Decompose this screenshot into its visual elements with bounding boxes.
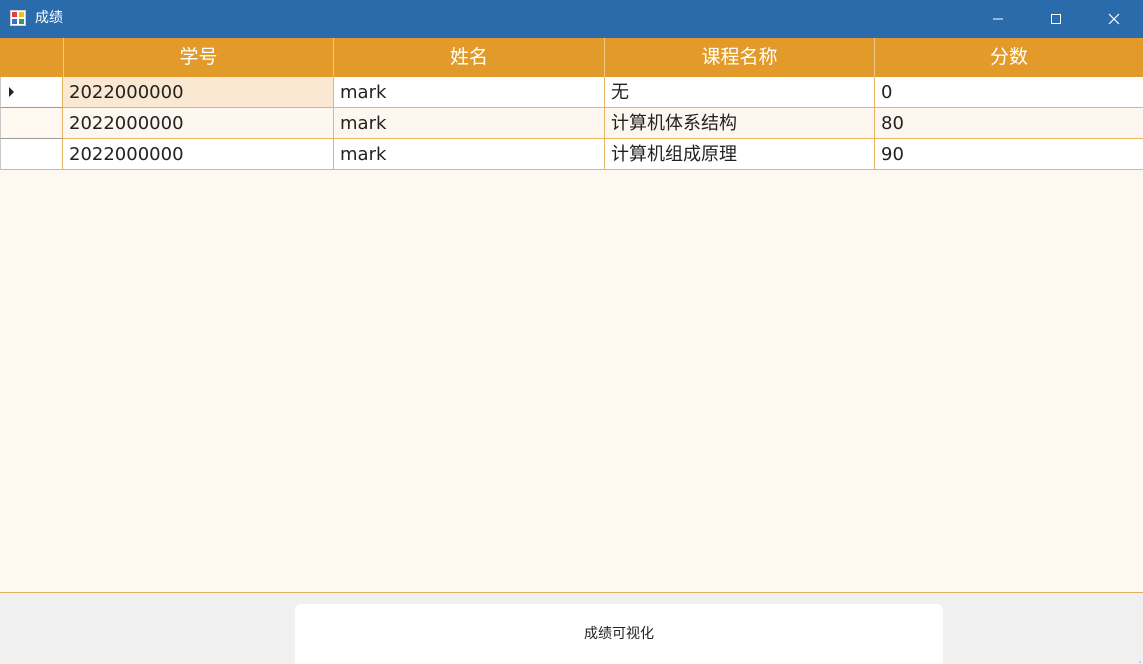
column-header-course[interactable]: 课程名称 [605, 38, 875, 77]
app-window-icon [10, 10, 26, 26]
column-header-name[interactable]: 姓名 [334, 38, 605, 77]
visualize-scores-button[interactable]: 成绩可视化 [295, 604, 943, 664]
cell-course[interactable]: 无 [605, 77, 875, 108]
grid-header: 学号 姓名 课程名称 分数 [0, 38, 1143, 77]
minimize-icon [993, 18, 1003, 20]
row-header[interactable] [0, 139, 63, 170]
cell-course[interactable]: 计算机体系结构 [605, 108, 875, 139]
table-row[interactable]: 2022000000 mark 无 0 [0, 77, 1143, 108]
column-header-student-id[interactable]: 学号 [64, 38, 334, 77]
window-title: 成绩 [35, 10, 63, 26]
close-icon [1108, 13, 1120, 25]
column-header-score[interactable]: 分数 [875, 38, 1143, 77]
row-header[interactable] [0, 77, 63, 108]
cell-score[interactable]: 80 [875, 108, 1143, 139]
cell-student-id[interactable]: 2022000000 [63, 108, 334, 139]
maximize-button[interactable] [1027, 0, 1085, 38]
current-row-icon [9, 87, 14, 97]
maximize-icon [1051, 14, 1061, 24]
cell-course[interactable]: 计算机组成原理 [605, 139, 875, 170]
table-row[interactable]: 2022000000 mark 计算机组成原理 90 [0, 139, 1143, 170]
cell-score[interactable]: 90 [875, 139, 1143, 170]
cell-name[interactable]: mark [334, 108, 605, 139]
minimize-button[interactable] [969, 0, 1027, 38]
cell-student-id[interactable]: 2022000000 [63, 139, 334, 170]
cell-student-id[interactable]: 2022000000 [63, 77, 334, 108]
title-bar[interactable]: 成绩 [0, 0, 1143, 38]
app-window: 成绩 学号 姓名 课程名称 分数 2022000000 mark 无 0 202… [0, 0, 1143, 664]
cell-name[interactable]: mark [334, 77, 605, 108]
row-header[interactable] [0, 108, 63, 139]
scores-grid[interactable]: 学号 姓名 课程名称 分数 2022000000 mark 无 0 202200… [0, 38, 1143, 593]
row-header-corner[interactable] [0, 38, 64, 77]
cell-score[interactable]: 0 [875, 77, 1143, 108]
table-row[interactable]: 2022000000 mark 计算机体系结构 80 [0, 108, 1143, 139]
close-button[interactable] [1085, 0, 1143, 38]
cell-name[interactable]: mark [334, 139, 605, 170]
resize-grip-icon[interactable] [1133, 654, 1141, 663]
